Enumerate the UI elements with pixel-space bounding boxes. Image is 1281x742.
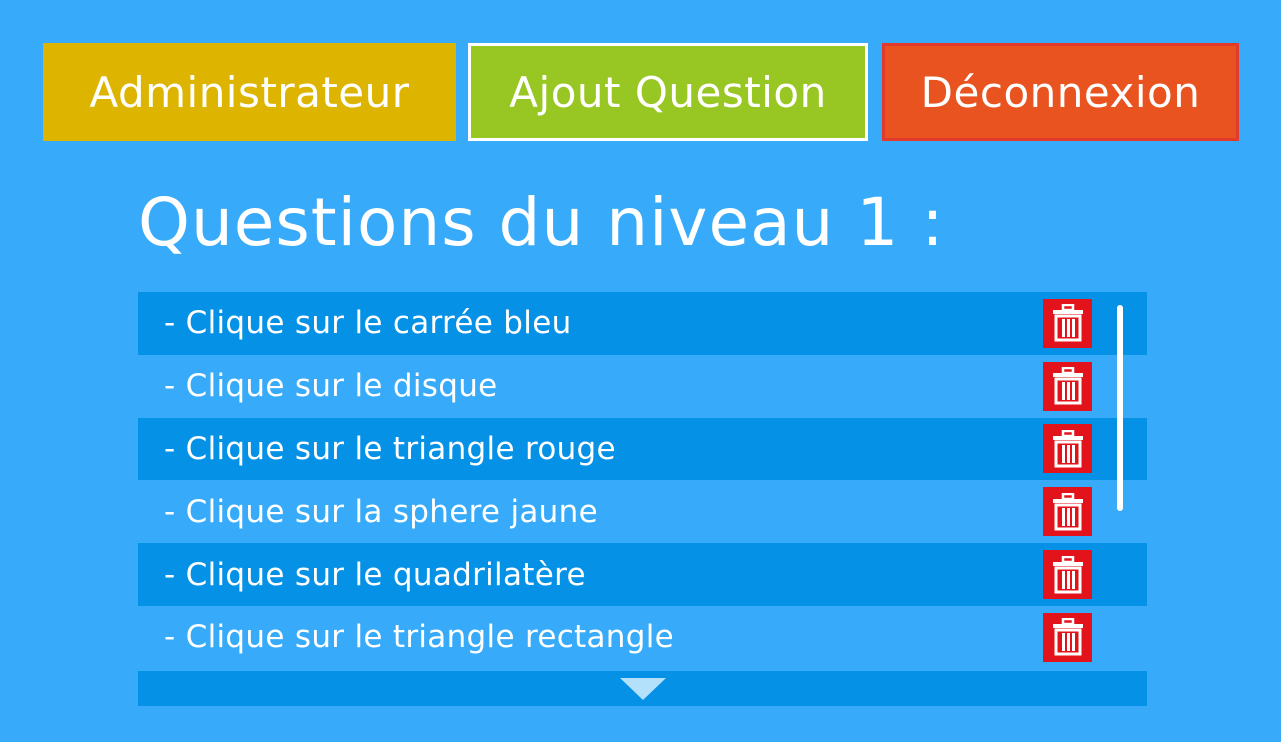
scroll-down-button[interactable] — [138, 671, 1147, 706]
question-text: - Clique sur le triangle rouge — [164, 430, 616, 467]
question-row: - Clique sur la sphere jaune — [138, 480, 1147, 543]
question-text: - Clique sur le carrée bleu — [164, 305, 572, 342]
delete-question-button[interactable] — [1043, 361, 1092, 411]
delete-question-button[interactable] — [1043, 550, 1092, 600]
delete-question-button[interactable] — [1043, 612, 1092, 662]
page-title: Questions du niveau 1 : — [138, 184, 945, 261]
delete-question-button[interactable] — [1043, 298, 1092, 348]
question-row: - Clique sur le triangle rectangle — [138, 606, 1147, 669]
trash-icon — [1052, 492, 1083, 531]
admin-button[interactable]: Administrateur — [43, 43, 456, 141]
scrollbar-thumb[interactable] — [1117, 305, 1123, 511]
trash-icon — [1052, 555, 1083, 594]
question-text: - Clique sur le disque — [164, 368, 498, 405]
logout-button[interactable]: Déconnexion — [882, 43, 1239, 141]
question-list: - Clique sur le carrée bleu - Clique sur… — [138, 292, 1147, 669]
question-row: - Clique sur le disque — [138, 355, 1147, 418]
question-text: - Clique sur la sphere jaune — [164, 493, 598, 530]
trash-icon — [1052, 304, 1083, 342]
triangle-down-icon — [619, 677, 666, 700]
question-text: - Clique sur le quadrilatère — [164, 556, 586, 593]
delete-question-button[interactable] — [1043, 424, 1092, 474]
add-question-button[interactable]: Ajout Question — [468, 43, 868, 141]
trash-icon — [1052, 367, 1083, 405]
question-row: - Clique sur le carrée bleu — [138, 292, 1147, 355]
question-text: - Clique sur le triangle rectangle — [164, 619, 675, 656]
question-row: - Clique sur le quadrilatère — [138, 543, 1147, 606]
question-row: - Clique sur le triangle rouge — [138, 417, 1147, 481]
trash-icon — [1052, 429, 1083, 468]
delete-question-button[interactable] — [1043, 487, 1092, 537]
trash-icon — [1052, 618, 1083, 656]
